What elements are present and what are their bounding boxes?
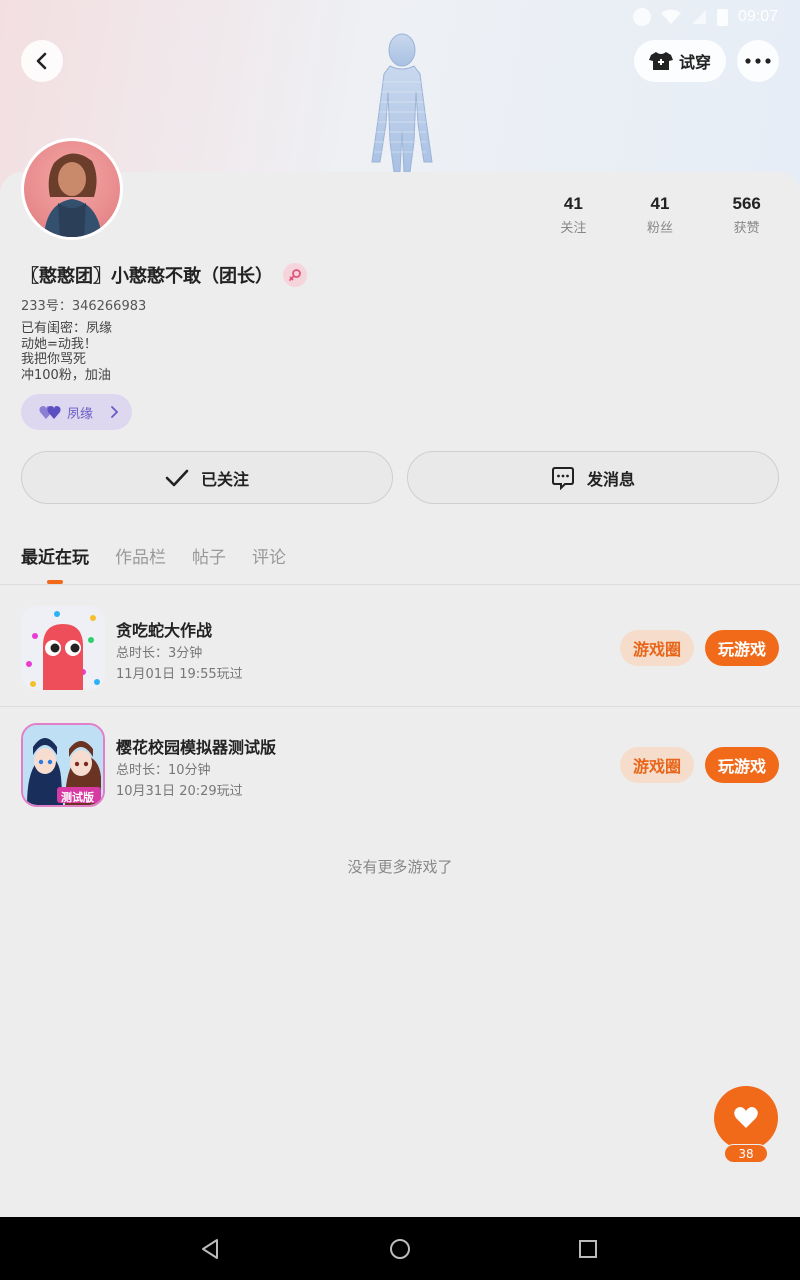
stat-followers[interactable]: 41 粉丝	[617, 194, 704, 236]
stat-label: 关注	[560, 221, 587, 236]
more-button[interactable]	[737, 40, 779, 82]
game-duration: 总时长：10分钟	[116, 763, 211, 778]
stat-label: 粉丝	[647, 221, 674, 236]
divider	[0, 584, 800, 585]
bio-line: 已有闺密：夙缘	[21, 321, 113, 336]
game-list-item[interactable]: 贪吃蛇大作战 总时长：3分钟 11月01日 19:55玩过 游戏圈 玩游戏	[0, 590, 800, 707]
tab-posts[interactable]: 帖子	[192, 543, 226, 568]
game-list-item[interactable]: 测试版 樱花校园模拟器测试版 总时长：10分钟 10月31日 20:29玩过 游…	[0, 707, 800, 824]
game-duration: 总时长：3分钟	[116, 646, 203, 661]
avatar[interactable]	[21, 138, 123, 240]
nav-home-icon[interactable]	[388, 1237, 412, 1261]
profile-tabs: 最近在玩 作品栏 帖子 评论	[21, 543, 286, 568]
female-icon	[283, 263, 307, 287]
chevron-right-icon	[111, 406, 119, 418]
bio-line: 我把你骂死	[21, 352, 87, 367]
avatar-3d-figure	[371, 33, 433, 172]
battery-icon	[716, 8, 728, 26]
wifi-icon	[660, 9, 681, 24]
dnd-icon	[632, 8, 651, 26]
like-button[interactable]	[714, 1086, 778, 1150]
avatar-portrait	[44, 153, 102, 237]
try-on-button[interactable]: 试穿	[634, 40, 726, 82]
no-more-games-text: 没有更多游戏了	[347, 858, 453, 876]
message-button[interactable]: 发消息	[407, 451, 779, 504]
shirt-icon	[648, 52, 673, 70]
bio-line: 动她=动我！	[21, 336, 97, 352]
nav-recents-icon[interactable]	[576, 1237, 600, 1261]
bff-tag-label: 夙缘	[67, 406, 94, 422]
double-heart-icon	[39, 406, 61, 419]
game-circle-button[interactable]: 游戏圈	[620, 630, 694, 666]
stat-label: 获赞	[733, 221, 760, 236]
chat-bubble-icon	[551, 466, 574, 490]
stat-value: 41	[650, 194, 670, 213]
system-navigation-bar	[0, 1217, 800, 1280]
user-id: 233号：346266983	[21, 299, 147, 314]
like-count-badge: 38	[724, 1144, 768, 1163]
game-title: 樱花校园模拟器测试版	[116, 738, 277, 757]
following-label: 已关注	[200, 469, 249, 489]
test-version-badge: 测试版	[61, 791, 94, 804]
profile-nickname: 〖憨憨团〗小憨憨不敢（团长）	[21, 266, 273, 287]
tab-works[interactable]: 作品栏	[115, 543, 166, 568]
game-last-played: 10月31日 20:29玩过	[116, 784, 243, 799]
stat-value: 566	[732, 194, 761, 213]
play-game-button[interactable]: 玩游戏	[705, 630, 779, 666]
signal-icon	[691, 10, 706, 24]
profile-nickname-row: 〖憨憨团〗小憨憨不敢（团长）	[21, 262, 307, 288]
checkmark-icon	[165, 469, 189, 486]
bff-tag[interactable]: 夙缘	[21, 394, 132, 430]
more-dots-icon	[745, 58, 771, 64]
tab-recently-played[interactable]: 最近在玩	[21, 543, 89, 568]
stat-following[interactable]: 41 关注	[530, 194, 617, 236]
nav-back-icon[interactable]	[198, 1237, 222, 1261]
tab-comments[interactable]: 评论	[252, 543, 286, 568]
profile-bio: 已有闺密：夙缘 动她=动我！ 我把你骂死 冲100粉，加油	[21, 321, 112, 383]
play-game-button[interactable]: 玩游戏	[705, 747, 779, 783]
game-icon-sakura: 测试版	[21, 723, 105, 807]
try-on-label: 试穿	[678, 53, 711, 72]
status-time: 09:07	[737, 8, 778, 25]
game-title: 贪吃蛇大作战	[116, 621, 213, 640]
following-button[interactable]: 已关注	[21, 451, 393, 504]
heart-icon	[734, 1107, 758, 1128]
game-circle-button[interactable]: 游戏圈	[620, 747, 694, 783]
bio-line: 冲100粉，加油	[21, 367, 111, 383]
stat-value: 41	[563, 194, 583, 213]
game-last-played: 11月01日 19:55玩过	[116, 667, 243, 682]
profile-stats: 41 关注 41 粉丝 566 获赞	[530, 194, 790, 236]
message-label: 发消息	[586, 469, 635, 489]
game-icon-snake	[21, 606, 105, 690]
chevron-left-icon	[36, 52, 47, 70]
back-button[interactable]	[21, 40, 63, 82]
status-bar: 09:07	[632, 6, 778, 28]
stat-likes[interactable]: 566 获赞	[703, 194, 790, 236]
